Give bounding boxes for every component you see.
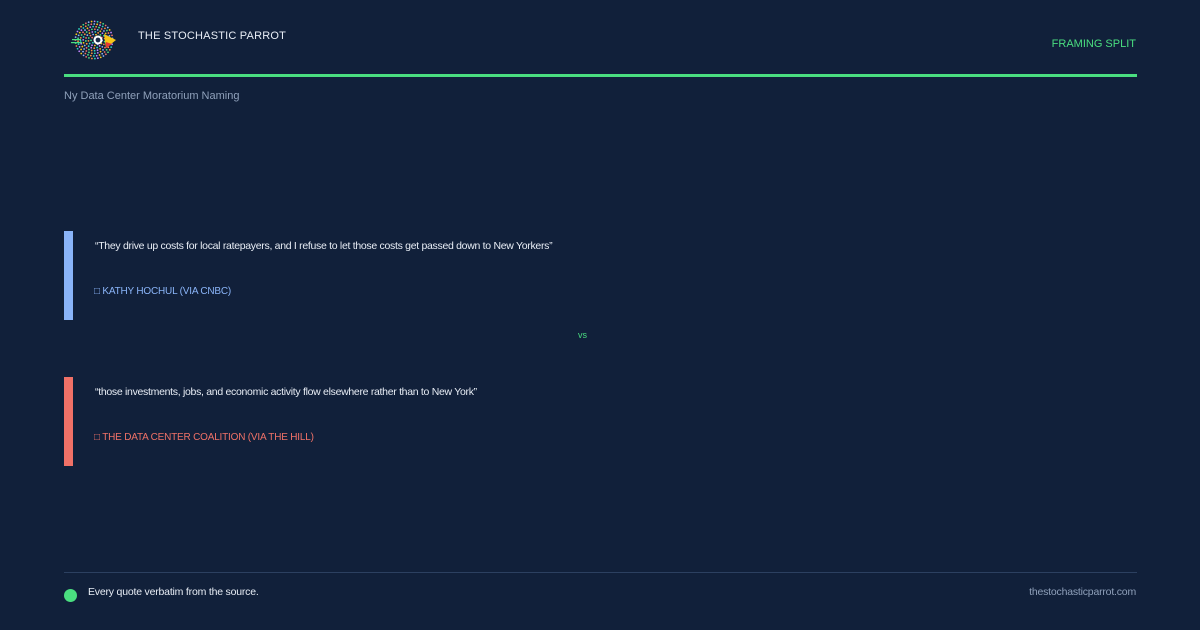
quote-attribution: □ KATHY HOCHUL (VIA CNBC) [94,286,231,297]
header-divider [64,74,1137,77]
footer-divider [64,572,1137,573]
quote-text: “those investments, jobs, and economic a… [95,386,477,398]
quote-accent-bar [64,377,73,466]
framing-tag: FRAMING SPLIT [1051,38,1136,50]
footer-note: Every quote verbatim from the source. [88,586,259,598]
status-dot-icon [64,589,77,602]
quote-accent-bar [64,231,73,320]
quote-card: “those investments, jobs, and economic a… [64,377,964,466]
quote-attribution: □ THE DATA CENTER COALITION (VIA THE HIL… [94,432,314,443]
brand-name: THE STOCHASTIC PARROT [138,30,287,42]
versus-label: vs [578,330,587,340]
parrot-logo-icon [71,20,116,60]
framing-split-card: THE STOCHASTIC PARROT FRAMING SPLIT Ny D… [0,0,1200,630]
page-subtitle: Ny Data Center Moratorium Naming [64,90,240,102]
site-link[interactable]: thestochasticparrot.com [1029,586,1136,598]
quote-text: “They drive up costs for local ratepayer… [95,240,553,252]
quote-card: “They drive up costs for local ratepayer… [64,231,964,320]
